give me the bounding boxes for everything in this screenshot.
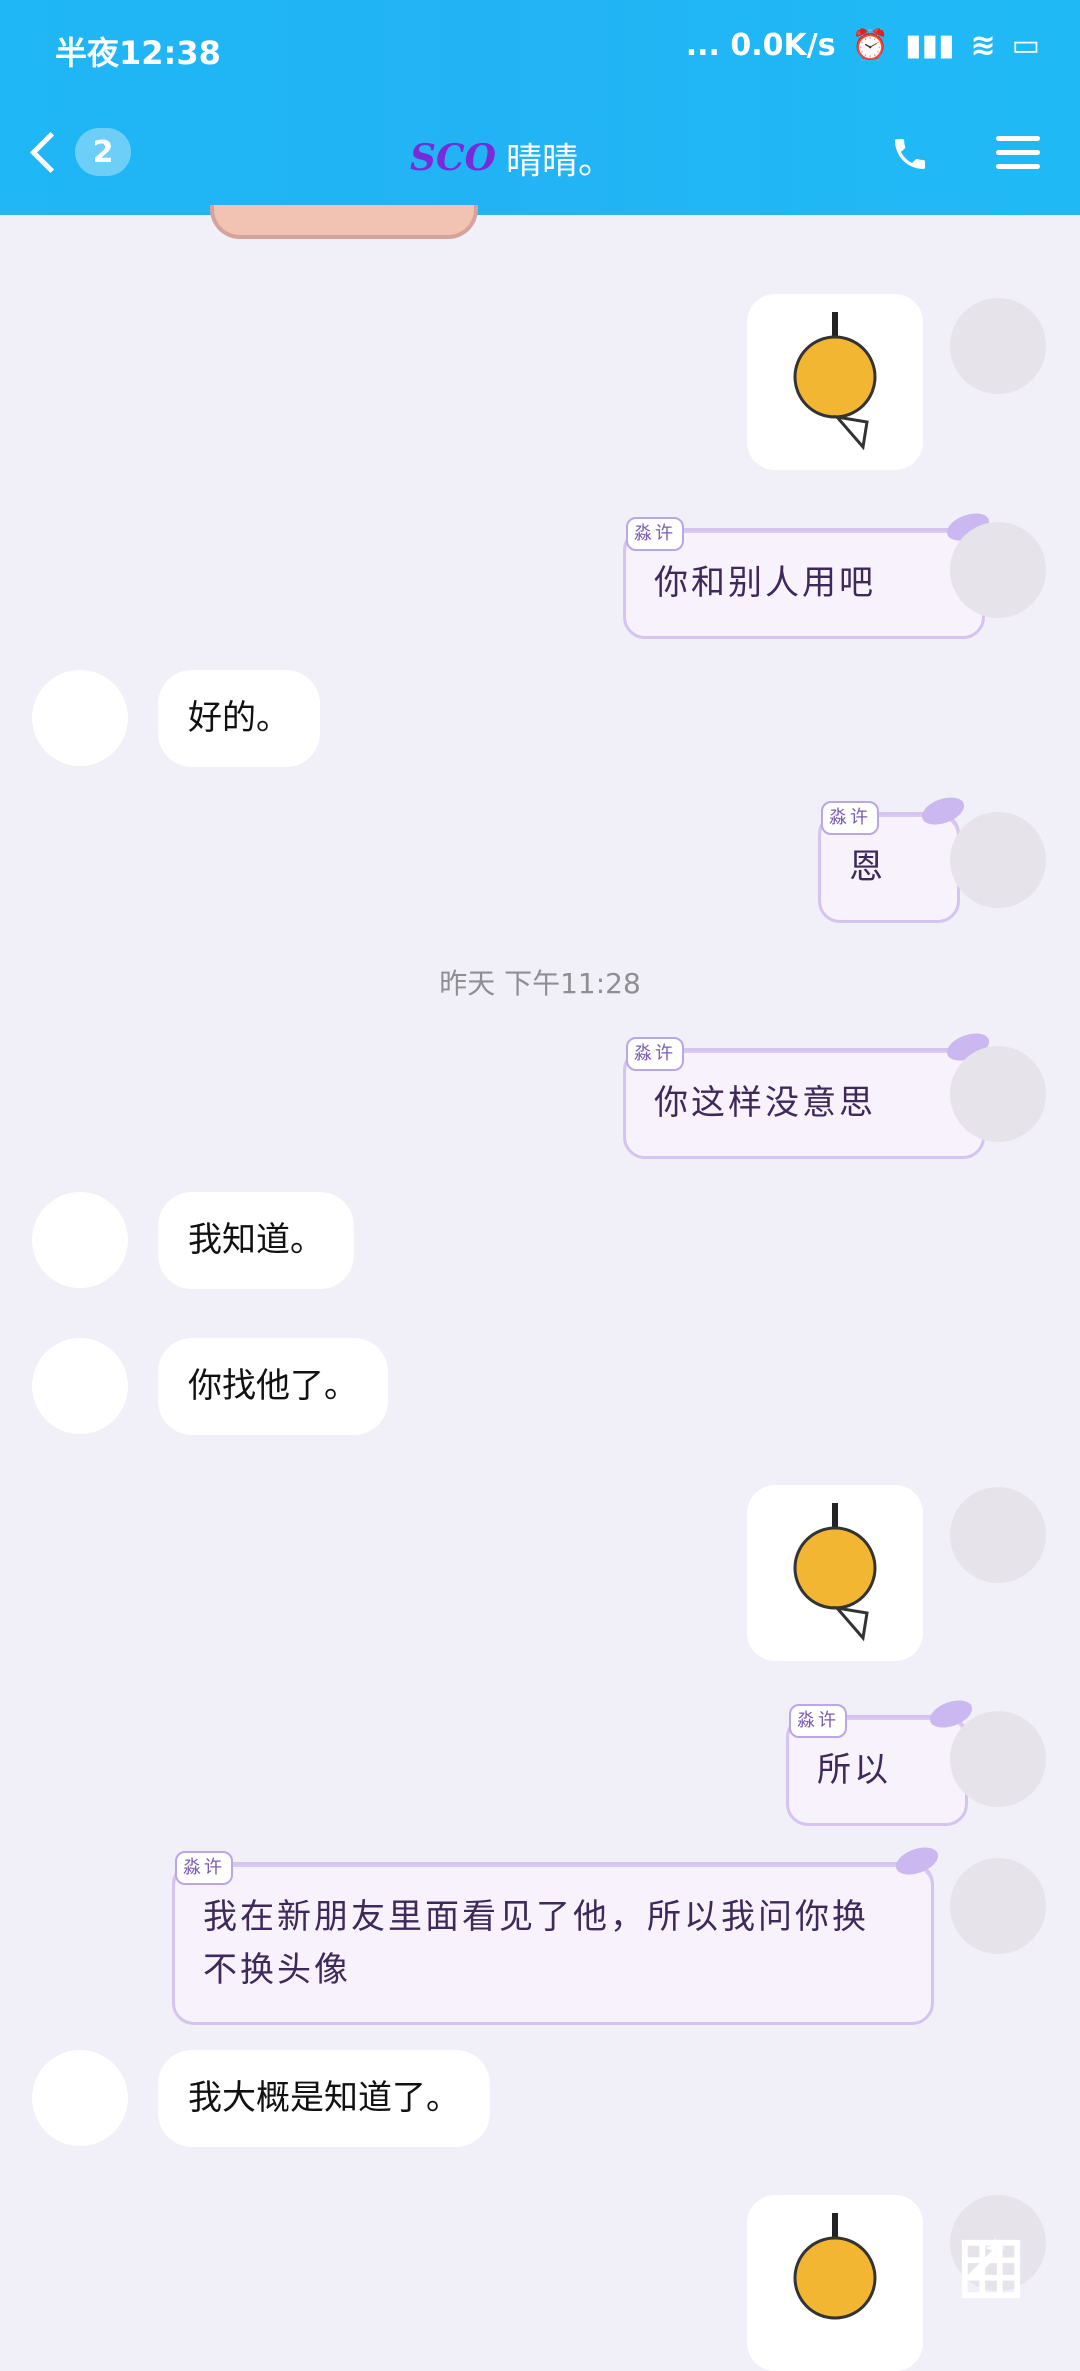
phone-icon[interactable] (890, 134, 930, 174)
wifi-icon: ≋ (970, 28, 996, 63)
avatar[interactable] (950, 1487, 1046, 1583)
orange-sticker-icon (793, 2213, 877, 2320)
network-speed: ... 0.0K/s (685, 28, 836, 63)
title-prefix: SCO (410, 137, 497, 179)
avatar[interactable] (950, 1711, 1046, 1807)
message-text: 恩 (849, 847, 886, 887)
message-text: 我在新朋友里面看见了他，所以我问你换不换头像 (203, 1897, 869, 1990)
avatar[interactable] (950, 298, 1046, 394)
message-bubble[interactable]: 淼许 你和别人用吧 (623, 508, 993, 639)
avatar[interactable] (32, 2050, 128, 2146)
message-bubble[interactable]: 我知道。 (158, 1192, 354, 1289)
message-bubble[interactable]: 我大概是知道了。 (158, 2050, 490, 2147)
sticker-message[interactable] (747, 294, 923, 470)
message-text: 你找他了。 (188, 1366, 358, 1406)
message-bubble[interactable]: 你找他了。 (158, 1338, 388, 1435)
status-time: 半夜12:38 (55, 34, 221, 72)
bubble-tag: 淼许 (821, 801, 879, 835)
grid-icon[interactable] (956, 2234, 1026, 2304)
avatar[interactable] (950, 522, 1046, 618)
avatar[interactable] (32, 1338, 128, 1434)
avatar[interactable] (950, 1046, 1046, 1142)
feather-icon (892, 1842, 942, 1880)
alarm-icon: ⏰ (851, 28, 889, 63)
avatar[interactable] (32, 1192, 128, 1288)
message-bubble[interactable]: 淼许 恩 (818, 792, 968, 923)
menu-icon[interactable] (996, 136, 1040, 172)
sticker-message[interactable] (747, 1485, 923, 1661)
avatar[interactable] (32, 670, 128, 766)
avatar[interactable] (950, 812, 1046, 908)
message-bubble[interactable]: 好的。 (158, 670, 320, 767)
message-bubble[interactable]: 淼许 我在新朋友里面看见了他，所以我问你换不换头像 (172, 1842, 942, 2026)
status-right: ... 0.0K/s ⏰ ▮▮▮ ≋ ▭ (686, 28, 1040, 63)
conversation-title: SCO 晴晴。 (410, 132, 614, 184)
sticker-message[interactable] (747, 2195, 923, 2371)
orange-sticker-icon (793, 1503, 877, 1642)
message-text: 所以 (817, 1750, 891, 1790)
timestamp-divider: 昨天 下午11:28 (439, 967, 641, 1000)
back-button[interactable]: 2 (29, 128, 131, 176)
message-bubble[interactable]: 淼许 你这样没意思 (623, 1028, 993, 1159)
avatar[interactable] (950, 1858, 1046, 1954)
orange-sticker-icon (793, 312, 877, 451)
signal-icon: ▮▮▮ (904, 28, 955, 63)
message-text: 我大概是知道了。 (188, 2078, 460, 2118)
bubble-tag: 淼许 (626, 517, 684, 551)
message-text: 你这样没意思 (654, 1083, 876, 1123)
message-text: 好的。 (188, 698, 290, 738)
bubble-tag: 淼许 (626, 1037, 684, 1071)
bubble-tag: 淼许 (789, 1704, 847, 1738)
feather-icon (918, 792, 968, 830)
partial-sticker (210, 205, 478, 239)
unread-count-badge: 2 (75, 128, 131, 176)
message-bubble[interactable]: 淼许 所以 (786, 1695, 976, 1826)
top-bar: 半夜12:38 ... 0.0K/s ⏰ ▮▮▮ ≋ ▭ 2 SCO 晴晴。 (0, 0, 1080, 215)
title-text: 晴晴。 (506, 141, 615, 182)
chevron-left-icon (29, 131, 72, 173)
message-text: 你和别人用吧 (654, 563, 876, 603)
battery-icon: ▭ (1011, 28, 1040, 63)
message-text: 我知道。 (188, 1220, 324, 1260)
bubble-tag: 淼许 (175, 1851, 233, 1885)
